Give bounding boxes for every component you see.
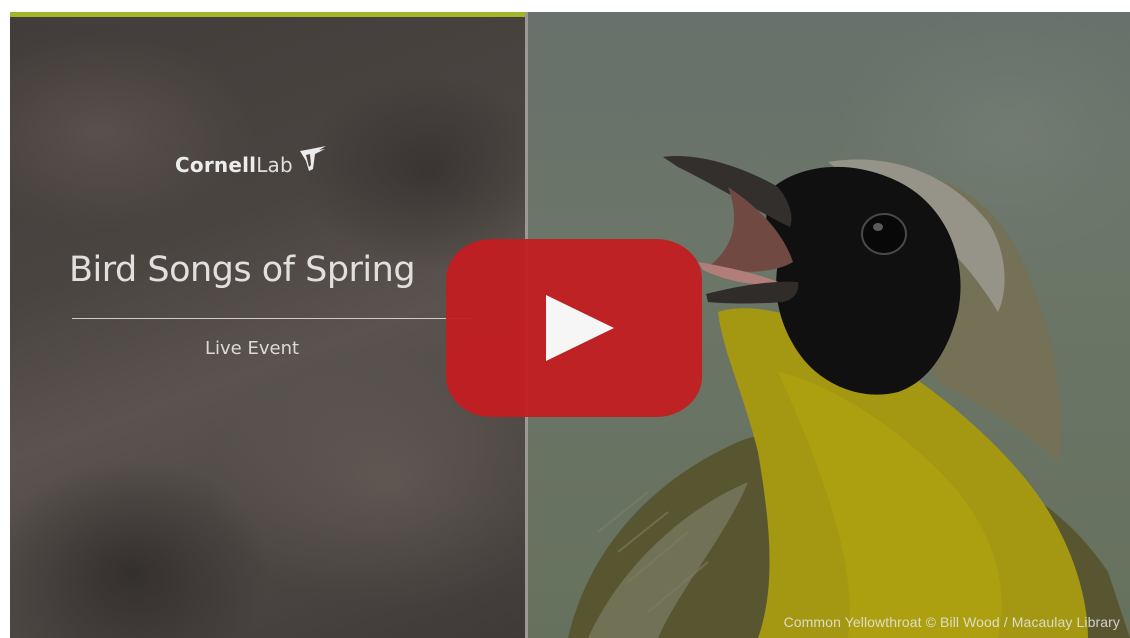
- title-divider: [72, 318, 472, 319]
- photo-credit: Common Yellowthroat © Bill Wood / Macaul…: [783, 614, 1120, 630]
- bird-logo-icon: [297, 145, 329, 180]
- event-title: Bird Songs of Spring: [69, 250, 416, 290]
- play-button[interactable]: [446, 239, 702, 417]
- logo-text-light: Lab: [256, 153, 293, 177]
- accent-bar: [10, 12, 525, 17]
- logo-text-bold: Cornell: [175, 153, 257, 177]
- video-thumbnail[interactable]: Cornell Lab Bird Songs of Spring Live Eve…: [10, 12, 1130, 638]
- cornell-lab-logo: Cornell Lab: [175, 145, 329, 183]
- event-subtitle: Live Event: [205, 338, 300, 359]
- play-icon: [546, 295, 614, 361]
